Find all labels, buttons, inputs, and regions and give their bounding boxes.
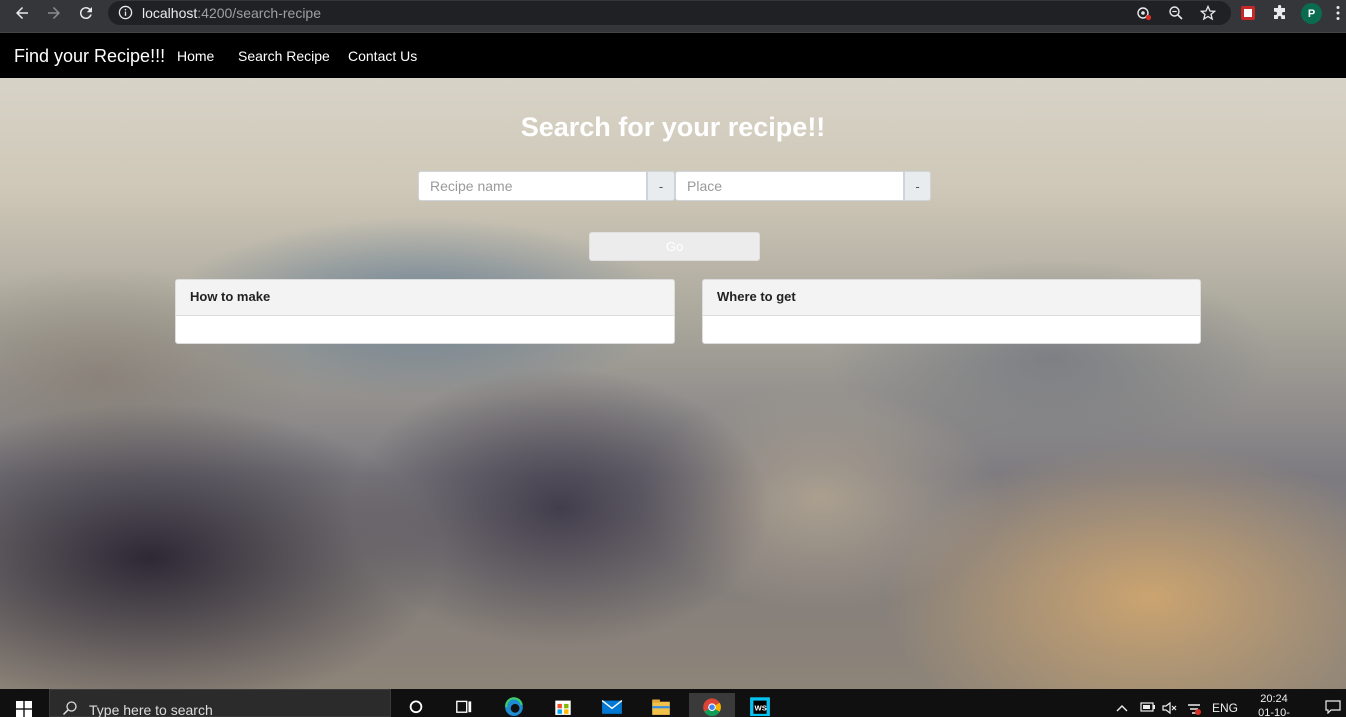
- edge-browser-icon[interactable]: [494, 693, 534, 717]
- card-header: Where to get: [703, 280, 1200, 316]
- tray-chevron-icon[interactable]: [1116, 701, 1128, 715]
- file-explorer-icon[interactable]: [641, 693, 681, 717]
- task-view-icon[interactable]: [444, 693, 484, 717]
- language-indicator[interactable]: ENG: [1212, 701, 1238, 715]
- taskbar-search-box[interactable]: Type here to search: [49, 689, 391, 717]
- main-content: Search for your recipe!! - - Go How to m…: [0, 78, 1346, 689]
- taskbar-search-placeholder: Type here to search: [89, 702, 213, 717]
- go-button[interactable]: Go: [589, 232, 760, 261]
- clock-time: 20:24: [1260, 693, 1288, 705]
- info-icon[interactable]: [118, 5, 133, 20]
- recipe-name-input[interactable]: [418, 171, 647, 201]
- mail-icon[interactable]: [592, 693, 632, 717]
- url-host: localhost: [142, 5, 198, 21]
- svg-text:WS: WS: [755, 704, 767, 713]
- page-title: Search for your recipe!!: [520, 112, 826, 142]
- extension-badge-icon[interactable]: [1239, 4, 1257, 22]
- nav-link-contact-us[interactable]: Contact Us: [348, 48, 417, 64]
- windows-taskbar: Type here to search WS ENG 20:24 01-10-2…: [0, 689, 1346, 717]
- store-icon[interactable]: [543, 693, 583, 717]
- bookmark-star-icon[interactable]: [1199, 4, 1217, 22]
- recipe-name-addon: -: [647, 171, 675, 201]
- extensions-puzzle-icon[interactable]: [1271, 4, 1289, 22]
- browser-toolbar: localhost:4200/search-recipe P: [0, 0, 1346, 32]
- reload-icon[interactable]: [75, 2, 97, 24]
- menu-dots-icon[interactable]: [1333, 4, 1343, 22]
- cortana-icon[interactable]: [396, 693, 436, 717]
- clock-date: 01-10-2020: [1258, 707, 1290, 717]
- tracking-icon[interactable]: [1135, 4, 1153, 22]
- windows-start-icon[interactable]: [16, 701, 32, 717]
- nav-link-search-recipe[interactable]: Search Recipe: [238, 48, 330, 64]
- search-icon: [62, 701, 77, 716]
- network-icon[interactable]: [1186, 701, 1202, 717]
- brand-link[interactable]: Find your Recipe!!!: [14, 46, 165, 67]
- volume-muted-icon[interactable]: [1162, 701, 1178, 717]
- zoom-icon[interactable]: [1167, 4, 1185, 22]
- chrome-icon[interactable]: [689, 693, 735, 717]
- place-input[interactable]: [675, 171, 904, 201]
- place-addon: -: [904, 171, 931, 201]
- app-navbar: Find your Recipe!!! Home Search Recipe C…: [0, 32, 1346, 78]
- url-text: localhost:4200/search-recipe: [142, 5, 321, 21]
- url-path: :4200/search-recipe: [197, 5, 322, 21]
- card-header: How to make: [176, 280, 674, 316]
- where-to-get-card: Where to get: [702, 279, 1201, 344]
- profile-avatar[interactable]: P: [1301, 3, 1322, 24]
- notifications-icon[interactable]: [1325, 700, 1341, 717]
- webstorm-icon[interactable]: WS: [740, 693, 780, 717]
- back-icon[interactable]: [11, 2, 33, 24]
- battery-icon[interactable]: [1140, 701, 1156, 715]
- nav-link-home[interactable]: Home: [177, 48, 214, 64]
- how-to-make-card: How to make: [175, 279, 675, 344]
- taskbar-clock[interactable]: 20:24 01-10-2020: [1249, 692, 1299, 717]
- forward-icon[interactable]: [43, 2, 65, 24]
